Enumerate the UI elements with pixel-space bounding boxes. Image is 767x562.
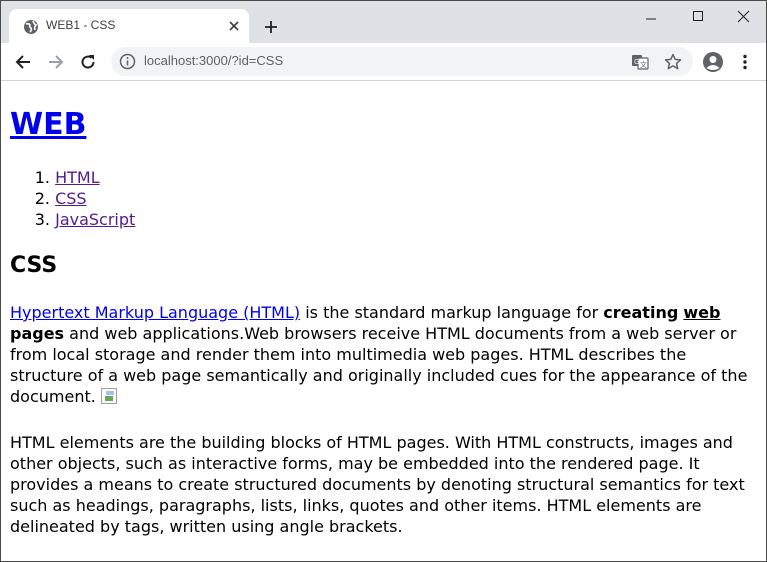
maximize-icon [693,11,703,21]
minimize-icon [646,18,656,20]
address-bar[interactable]: localhost:3000/?id=CSS G 文 [111,47,693,76]
minimize-button[interactable] [628,1,674,31]
list-number: 3. [34,210,50,229]
browser-toolbar: localhost:3000/?id=CSS G 文 [1,43,766,81]
list-item: 3. JavaScript [10,209,136,230]
reload-icon [81,55,95,69]
menu-button[interactable] [731,48,759,76]
nav-link-css[interactable]: CSS [55,189,86,208]
back-button[interactable] [9,48,37,76]
forward-button[interactable] [42,48,70,76]
plus-icon [265,21,277,33]
list-item: 2. CSS [10,188,135,209]
paragraph-text: is the standard markup language for [300,303,604,322]
page-content: WEB 1. HTML 2. CSS 3. JavaScript CSS Hyp… [1,81,766,561]
paragraph-text: and web applications.Web browsers receiv… [10,324,748,406]
topic-list: 1. HTML 2. CSS 3. JavaScript [10,167,136,230]
list-number: 2. [34,189,50,208]
body-paragraph: HTML elements are the building blocks of… [10,433,745,536]
translate-icon[interactable]: G 文 [631,53,649,71]
reload-button[interactable] [74,48,102,76]
close-icon[interactable] [224,16,244,36]
broken-image-icon [100,388,117,404]
list-number: 1. [34,168,50,187]
site-title-link[interactable]: WEB [10,107,86,142]
intro-paragraph: Hypertext Markup Language (HTML) is the … [10,302,752,407]
globe-icon [23,19,39,35]
nav-link-javascript[interactable]: JavaScript [55,210,135,229]
account-icon [703,52,723,72]
url-text[interactable]: localhost:3000/?id=CSS [144,53,283,68]
svg-text:文: 文 [640,60,647,69]
browser-tab[interactable]: WEB1 - CSS [9,9,249,43]
bold-text: creating [603,303,679,322]
back-arrow-icon [15,55,30,69]
forward-arrow-icon [49,55,64,69]
html-wiki-link[interactable]: Hypertext Markup Language (HTML) [10,303,300,322]
nav-link-html[interactable]: HTML [55,168,100,187]
window-close-button[interactable] [720,1,766,31]
profile-button[interactable] [699,48,727,76]
bold-underlined-text: web [683,303,721,322]
new-tab-button[interactable] [259,15,283,39]
star-icon[interactable] [664,53,682,71]
window-close-icon [737,10,749,22]
tab-strip: WEB1 - CSS [1,1,766,43]
tab-title: WEB1 - CSS [46,18,116,32]
page-heading: CSS [10,253,58,278]
browser-window: WEB1 - CSS localhost:3000/?id=CSS G 文 WE… [0,0,767,562]
bold-text: pages [10,324,65,343]
list-item: 1. HTML [10,167,135,188]
maximize-button[interactable] [675,1,721,31]
more-vert-icon [743,54,747,70]
info-icon[interactable] [119,53,136,70]
svg-text:G: G [634,58,639,66]
